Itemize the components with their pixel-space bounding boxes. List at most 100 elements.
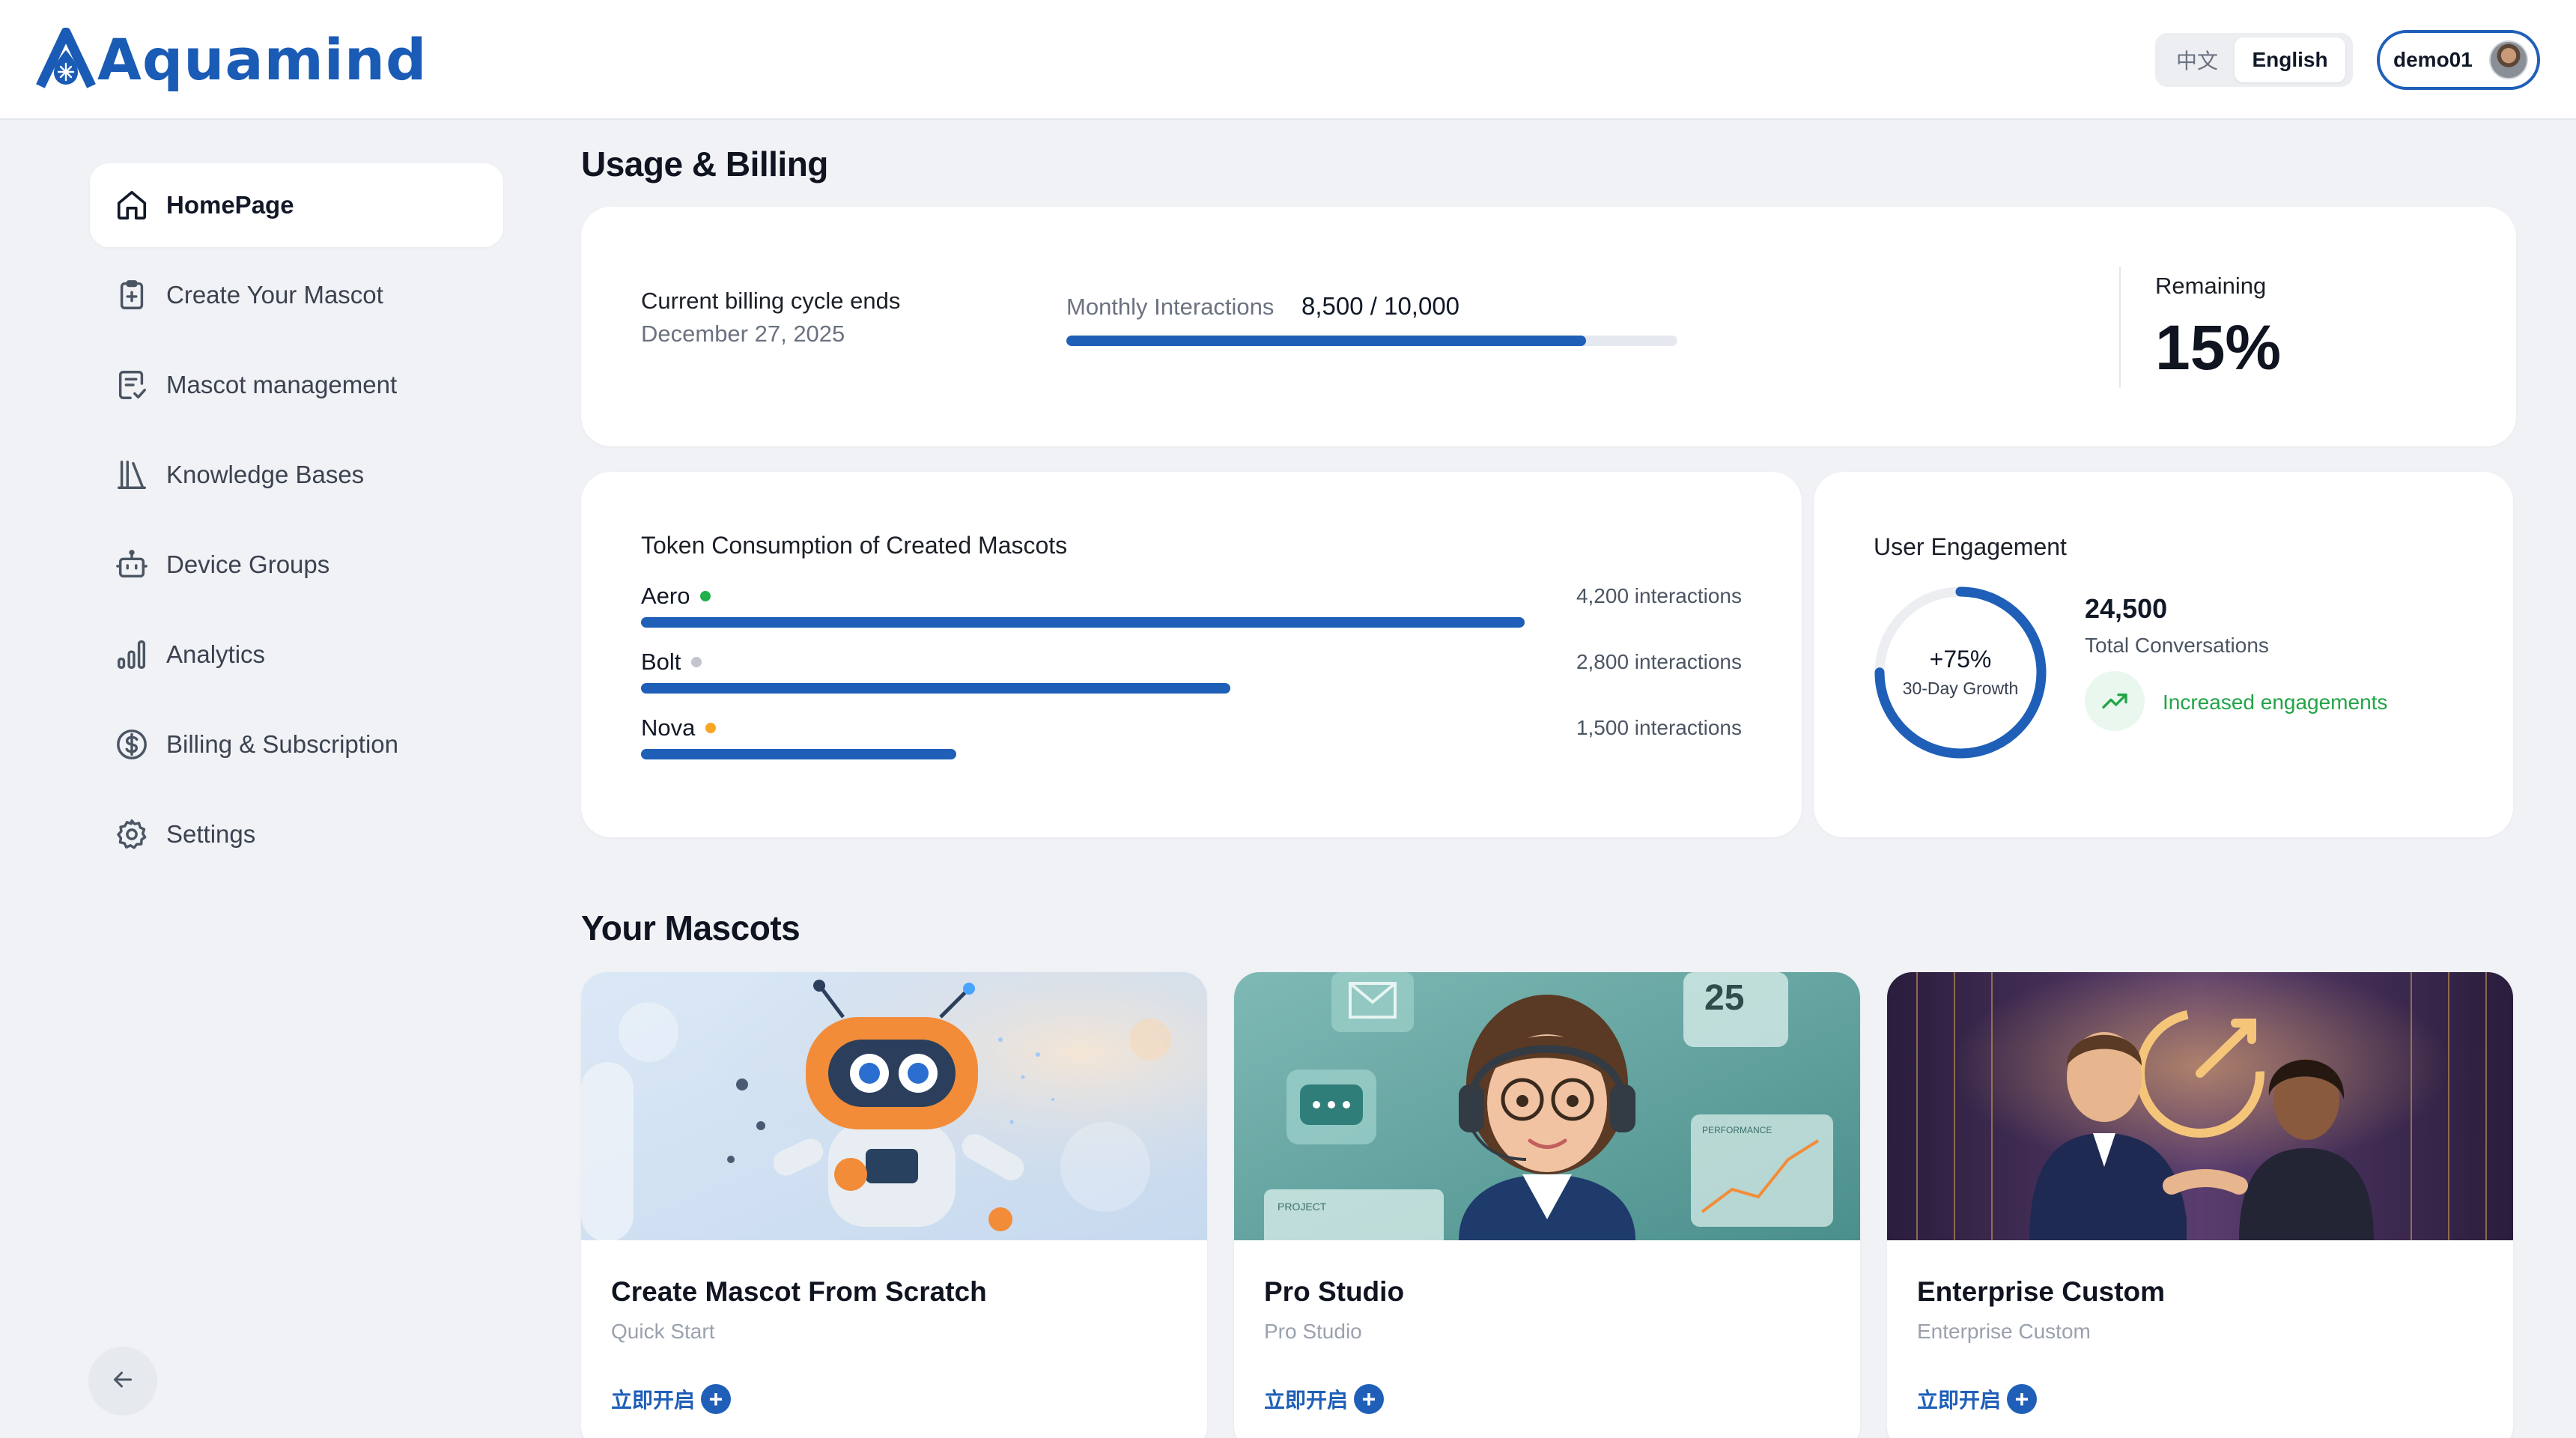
trending-up-icon bbox=[2085, 671, 2145, 731]
mascot-card-title: Pro Studio bbox=[1264, 1276, 1405, 1307]
sidebar-item-label: Settings bbox=[166, 820, 256, 848]
business-handshake-illustration bbox=[1887, 972, 2513, 1240]
engagement-title: User Engagement bbox=[1874, 533, 2067, 560]
clipboard-plus-icon bbox=[112, 276, 151, 315]
remaining-value: 15% bbox=[2155, 312, 2282, 383]
start-now-label: 立即开启 bbox=[611, 1389, 696, 1412]
logo-mark-icon bbox=[36, 27, 96, 91]
avatar bbox=[2489, 40, 2528, 79]
lang-option-en[interactable]: English bbox=[2235, 37, 2345, 82]
token-row-name: Aero bbox=[641, 583, 711, 610]
sidebar-item-knowledge-bases[interactable]: Knowledge Bases bbox=[90, 433, 503, 517]
sidebar-item-label: Create Your Mascot bbox=[166, 281, 383, 309]
token-consumption-card: Token Consumption of Created Mascots Aer… bbox=[581, 472, 1802, 837]
lang-option-zh[interactable]: 中文 bbox=[2160, 37, 2235, 82]
sidebar-item-label: Analytics bbox=[166, 640, 266, 668]
token-row-name: Nova bbox=[641, 715, 717, 741]
billing-cycle-date: December 27, 2025 bbox=[641, 321, 845, 347]
monthly-interactions-progress bbox=[1066, 336, 1677, 346]
growth-label: 30-Day Growth bbox=[1902, 679, 2019, 698]
token-row-count: 2,800 interactions bbox=[1576, 650, 1742, 673]
mascot-name: Bolt bbox=[641, 649, 681, 675]
plus-icon: + bbox=[2007, 1384, 2038, 1414]
billing-summary-card: Current billing cycle ends December 27, … bbox=[581, 207, 2516, 446]
start-now-button[interactable]: 立即开启 + bbox=[1264, 1384, 1385, 1414]
mascot-card-subtitle: Enterprise Custom bbox=[1917, 1320, 2091, 1343]
start-now-label: 立即开启 bbox=[1917, 1389, 2002, 1412]
billing-cycle-label: Current billing cycle ends bbox=[641, 288, 901, 314]
token-row-bolt: Bolt 2,800 interactions bbox=[641, 649, 1742, 709]
start-now-button[interactable]: 立即开启 + bbox=[1917, 1384, 2038, 1414]
home-icon bbox=[112, 186, 151, 225]
image-text-project: PROJECT bbox=[1278, 1201, 1327, 1213]
user-name: demo01 bbox=[2393, 48, 2473, 71]
gear-icon bbox=[112, 815, 151, 854]
robot-icon bbox=[112, 545, 151, 584]
token-row-bar bbox=[641, 683, 1230, 694]
checklist-icon bbox=[112, 365, 151, 404]
user-menu-button[interactable]: demo01 bbox=[2377, 30, 2540, 90]
divider bbox=[2119, 267, 2121, 388]
sidebar-item-label: Device Groups bbox=[166, 550, 330, 578]
token-row-bar bbox=[641, 617, 1525, 628]
dollar-circle-icon bbox=[112, 725, 151, 764]
user-engagement-card: User Engagement +75% 30-Day Growth 24,50… bbox=[1814, 472, 2513, 837]
monthly-interactions-label: Monthly Interactions bbox=[1066, 294, 1275, 320]
sidebar-item-label: Billing & Subscription bbox=[166, 730, 398, 758]
sidebar-collapse-button[interactable] bbox=[88, 1347, 157, 1416]
sidebar-item-label: HomePage bbox=[166, 191, 294, 219]
mascot-card-pro-studio[interactable]: PROJECT 25 PERFORMANCE Pro Studio Pro St… bbox=[1234, 972, 1860, 1438]
token-row-name: Bolt bbox=[641, 649, 702, 676]
token-row-nova: Nova 1,500 interactions bbox=[641, 715, 1742, 774]
sidebar-item-label: Knowledge Bases bbox=[166, 461, 365, 488]
start-now-button[interactable]: 立即开启 + bbox=[611, 1384, 732, 1414]
mascot-card-title: Enterprise Custom bbox=[1917, 1276, 2166, 1307]
sidebar-item-analytics[interactable]: Analytics bbox=[90, 613, 503, 697]
library-icon bbox=[112, 455, 151, 494]
top-header: Aquamind 中文 English demo01 bbox=[0, 0, 2576, 120]
mascot-name: Aero bbox=[641, 583, 690, 609]
sidebar-item-mascot-management[interactable]: Mascot management bbox=[90, 343, 503, 427]
mascot-card-subtitle: Quick Start bbox=[611, 1320, 715, 1343]
mascot-card-enterprise[interactable]: Enterprise Custom Enterprise Custom 立即开启… bbox=[1887, 972, 2513, 1438]
usage-section-title: Usage & Billing bbox=[581, 145, 828, 183]
monthly-interactions-progress-fill bbox=[1066, 336, 1586, 346]
app-logo[interactable]: Aquamind bbox=[36, 25, 427, 93]
your-mascots-title: Your Mascots bbox=[581, 908, 801, 947]
support-agent-illustration: PROJECT 25 PERFORMANCE bbox=[1234, 972, 1860, 1240]
token-row-bar bbox=[641, 749, 956, 759]
token-row-count: 1,500 interactions bbox=[1576, 716, 1742, 739]
start-now-label: 立即开启 bbox=[1264, 1389, 1349, 1412]
bar-chart-icon bbox=[112, 635, 151, 674]
image-text-performance: PERFORMANCE bbox=[1702, 1125, 1772, 1135]
total-conversations-label: Total Conversations bbox=[2085, 634, 2269, 657]
token-consumption-title: Token Consumption of Created Mascots bbox=[641, 532, 1068, 559]
sidebar-item-homepage[interactable]: HomePage bbox=[90, 163, 503, 247]
monthly-interactions-value: 8,500 / 10,000 bbox=[1301, 292, 1460, 320]
sidebar-item-label: Mascot management bbox=[166, 371, 398, 398]
token-row-aero: Aero 4,200 interactions bbox=[641, 583, 1742, 643]
sidebar-item-settings[interactable]: Settings bbox=[90, 792, 503, 876]
token-row-count: 4,200 interactions bbox=[1576, 584, 1742, 607]
mascot-name: Nova bbox=[641, 715, 696, 741]
status-dot bbox=[691, 657, 702, 667]
robot-mascot-illustration bbox=[581, 972, 1207, 1240]
sidebar: HomePage Create Your Mascot Mascot manag… bbox=[0, 121, 554, 1438]
status-dot bbox=[705, 723, 717, 733]
mascot-card-scratch[interactable]: Create Mascot From Scratch Quick Start 立… bbox=[581, 972, 1207, 1438]
language-switcher: 中文 English bbox=[2155, 33, 2353, 87]
logo-text: Aquamind bbox=[97, 25, 428, 93]
plus-icon: + bbox=[701, 1384, 732, 1414]
growth-percent: +75% bbox=[1929, 646, 1992, 673]
plus-icon: + bbox=[1354, 1384, 1385, 1414]
sidebar-item-device-groups[interactable]: Device Groups bbox=[90, 523, 503, 607]
sidebar-item-create-mascot[interactable]: Create Your Mascot bbox=[90, 253, 503, 337]
sidebar-item-billing[interactable]: Billing & Subscription bbox=[90, 703, 503, 786]
total-conversations-value: 24,500 bbox=[2085, 593, 2168, 624]
mascot-card-subtitle: Pro Studio bbox=[1264, 1320, 1362, 1343]
trend-text: Increased engagements bbox=[2163, 691, 2388, 714]
arrow-left-icon bbox=[109, 1366, 136, 1397]
image-text-25: 25 bbox=[1704, 978, 1744, 1018]
mascot-card-title: Create Mascot From Scratch bbox=[611, 1276, 987, 1307]
status-dot bbox=[700, 591, 711, 601]
